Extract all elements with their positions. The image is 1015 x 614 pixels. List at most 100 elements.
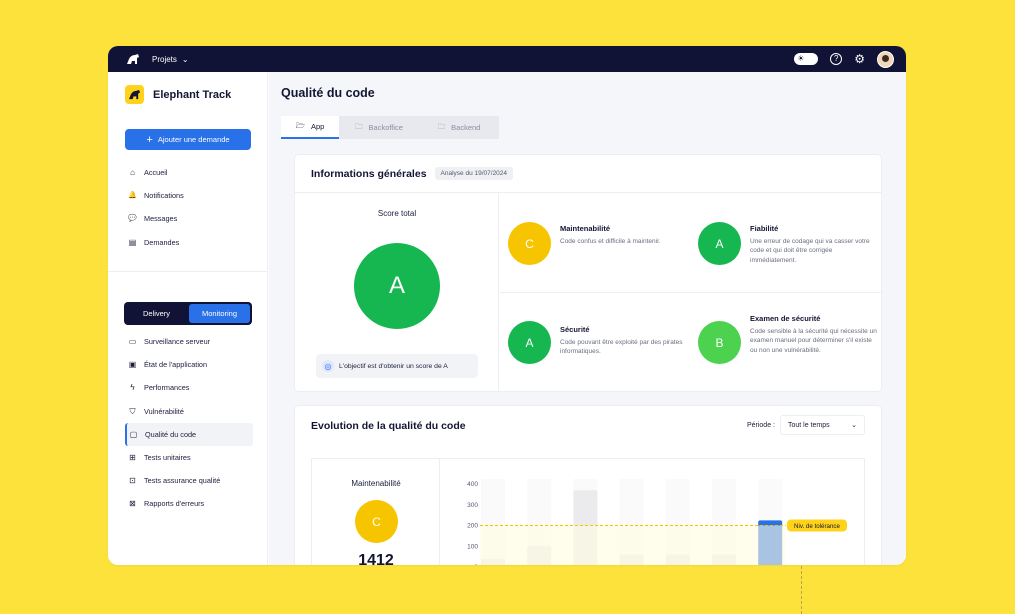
metric-examen-securite: B Examen de sécurité Code sensible à la s…: [698, 314, 878, 364]
total-score-label: Score total: [377, 209, 417, 218]
metric-fiabilite: A Fiabilité Une erreur de codage qui va c…: [698, 222, 878, 265]
page-title: Qualité du code: [281, 86, 375, 100]
top-bar: Projets ⌄ ☀ ? ⚙: [108, 46, 906, 72]
sun-icon: ☀: [797, 54, 805, 63]
sidebar-item-rapports-erreurs[interactable]: ⊠ Rapports d'erreurs: [125, 492, 253, 515]
metric-name: Maintenabilité: [560, 224, 611, 233]
settings-icon[interactable]: ⚙: [854, 52, 865, 66]
tab-backend[interactable]: 🗀 Backend: [419, 116, 499, 139]
sidebar-item-label: Surveillance serveur: [144, 337, 211, 347]
tab-backoffice[interactable]: 🗀 Backoffice: [339, 116, 419, 139]
home-icon: ⌂: [130, 168, 135, 178]
sidebar-item-label: Demandes: [144, 237, 180, 247]
add-request-button[interactable]: + Ajouter une demande: [125, 129, 251, 150]
tab-label: App: [310, 122, 325, 131]
elephant-logo-icon: [125, 85, 144, 104]
code-icon: ▢: [129, 429, 138, 439]
general-info-card: Informations générales Analyse du 19/07/…: [294, 154, 883, 392]
segment-monitoring[interactable]: Monitoring: [189, 304, 250, 323]
sidebar-item-messages[interactable]: 💬 Messages: [125, 207, 253, 230]
tab-label: Backoffice: [368, 123, 403, 132]
sidebar-item-label: Tests unitaires: [144, 453, 191, 463]
target-icon: ◎: [322, 360, 334, 372]
sidebar-item-tests-qa[interactable]: ⊡ Tests assurance qualité: [125, 469, 253, 492]
sidebar-item-notifications[interactable]: 🔔 Notifications: [125, 184, 253, 207]
add-request-label: Ajouter une demande: [157, 135, 230, 144]
chevron-down-icon: ⌄: [851, 422, 857, 429]
y-tick-label: 300: [467, 502, 478, 509]
sidebar-item-surveillance-serveur[interactable]: ▭ Surveillance serveur: [125, 330, 253, 353]
app-name: Elephant Track: [153, 88, 232, 101]
lightning-icon: ϟ: [130, 383, 135, 393]
shield-icon: ⛉: [129, 406, 136, 416]
sidebar-item-accueil[interactable]: ⌂ Accueil: [125, 161, 253, 184]
sidebar-item-label: Accueil: [144, 168, 168, 178]
grade-badge: C: [355, 500, 398, 543]
sidebar-item-label: État de l'application: [144, 360, 208, 370]
dashed-connector: [801, 566, 802, 614]
metric-name: Fiabilité: [750, 224, 779, 233]
divider: [500, 292, 883, 293]
quality-bar-chart: 400 300 200 100 0 Niv. de tolérance: [467, 479, 847, 565]
sidebar-item-performances[interactable]: ϟ Performances: [125, 376, 253, 399]
sidebar-item-etat-application[interactable]: ▣ État de l'application: [125, 353, 253, 376]
tolerance-label: Niv. de tolérance: [794, 523, 841, 530]
metric-description: Code sensible à la sécurité qui nécessit…: [750, 328, 877, 354]
message-icon: 💬: [128, 215, 137, 223]
grade-badge: B: [698, 321, 741, 364]
sidebar-item-label: Vulnérabilité: [144, 406, 184, 416]
metric-description: Une erreur de codage qui va casser votre…: [750, 238, 870, 264]
monitoring-nav: ▭ Surveillance serveur ▣ État de l'applica…: [125, 330, 253, 516]
y-tick-label: 400: [467, 481, 478, 488]
general-info-title: Informations générales: [311, 167, 427, 180]
metric-maintenabilite: C Maintenabilité Code confus et difficile…: [508, 222, 688, 265]
sidebar-item-label: Qualité du code: [145, 429, 197, 439]
sidebar-item-qualite-code[interactable]: ▢ Qualité du code: [125, 422, 253, 446]
main-content: Qualité du code 🗁 App 🗀 Backoffice 🗀 Backen…: [269, 72, 906, 565]
metric-description: Code pouvant être exploité par des pirat…: [560, 339, 683, 356]
app-window: Projets ⌄ ☀ ? ⚙ Elephant Track + Ajouter…: [108, 46, 906, 565]
grade-badge: C: [508, 222, 551, 265]
metric-description: Code confus et difficile à maintenir.: [560, 238, 661, 245]
help-icon[interactable]: ?: [830, 53, 843, 65]
sidebar-item-demandes[interactable]: ▤ Demandes: [125, 231, 253, 254]
period-value: Tout le temps: [788, 421, 830, 429]
y-tick-label: 200: [467, 523, 478, 530]
sidebar-item-vulnerabilite[interactable]: ⛉ Vulnérabilité: [125, 400, 253, 423]
server-icon: ▭: [128, 337, 137, 347]
metric-name: Examen de sécurité: [750, 314, 821, 323]
projects-menu[interactable]: Projets ⌄: [152, 55, 189, 64]
tolerance-band: [480, 525, 785, 565]
sidebar-item-label: Rapports d'erreurs: [144, 499, 205, 509]
y-tick-label: 100: [467, 543, 478, 550]
sidebar-item-label: Tests assurance qualité: [144, 476, 221, 486]
score-goal-note: ◎ L'objectif est d'obtenir un score de A: [316, 354, 478, 378]
avatar[interactable]: [877, 50, 894, 68]
y-tick-label: 0: [474, 564, 478, 565]
quality-chart: 400 300 200 100 0 Niv. de tolérance: [439, 458, 865, 565]
tab-label: Backend: [451, 123, 481, 132]
sidebar-item-tests-unitaires[interactable]: ⊞ Tests unitaires: [125, 446, 253, 469]
brand[interactable]: Elephant Track: [125, 85, 231, 104]
metric-securite: A Sécurité Code pouvant être exploité par…: [508, 321, 688, 364]
metric-summary-title: Maintenabilité: [351, 479, 401, 488]
metric-count: 1412: [358, 552, 394, 565]
sidebar-item-label: Notifications: [144, 191, 184, 201]
chevron-down-icon: ⌄: [181, 54, 189, 64]
segment-delivery[interactable]: Delivery: [126, 304, 187, 323]
code-quality-evolution-card: Evolution de la qualité du code Période …: [294, 405, 882, 565]
error-report-icon: ⊠: [129, 499, 136, 509]
elephant-logo-icon: [127, 54, 139, 64]
period-select[interactable]: Tout le temps ⌄: [780, 415, 865, 435]
divider: [108, 271, 268, 272]
theme-toggle[interactable]: ☀: [794, 53, 819, 65]
projects-label: Projets: [152, 54, 177, 64]
grade-badge: A: [698, 222, 741, 265]
period-filter: Période : Tout le temps ⌄: [747, 415, 865, 435]
main-nav: ⌂ Accueil 🔔 Notifications 💬 Messages ▤ Deman…: [125, 161, 253, 254]
total-score-panel: Score total A ◎ L'objectif est d'obtenir…: [295, 193, 499, 392]
bell-icon: 🔔: [128, 192, 137, 200]
evolution-title: Evolution de la qualité du code: [311, 420, 466, 432]
tab-app[interactable]: 🗁 App: [281, 116, 339, 139]
folder-icon: 🗀: [355, 122, 363, 131]
